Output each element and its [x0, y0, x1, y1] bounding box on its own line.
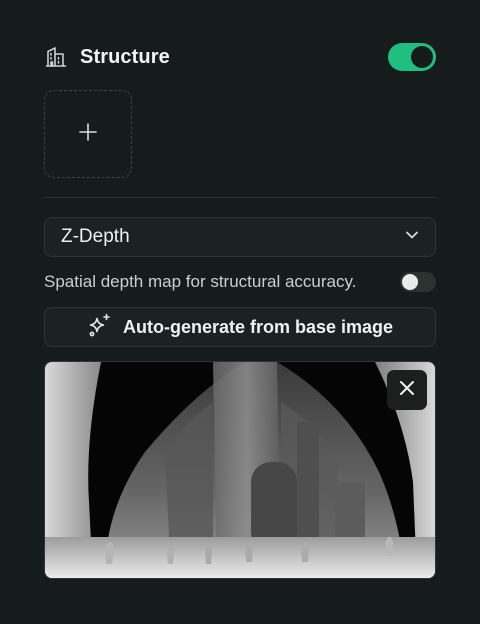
depth-map-image — [45, 362, 435, 578]
building-icon — [44, 45, 68, 69]
description-toggle[interactable] — [400, 272, 436, 292]
section-header: Structure — [44, 40, 436, 74]
toggle-knob — [411, 46, 433, 68]
auto-generate-button[interactable]: Auto-generate from base image — [44, 307, 436, 347]
toggle-knob — [402, 274, 418, 290]
auto-generate-label: Auto-generate from base image — [122, 316, 394, 337]
sparkles-icon — [87, 312, 113, 343]
plus-icon — [78, 122, 98, 147]
structure-enable-toggle[interactable] — [388, 43, 436, 71]
section-title: Structure — [80, 45, 170, 68]
mode-description: Spatial depth map for structural accurac… — [44, 272, 357, 291]
depth-map-preview — [44, 361, 436, 579]
remove-image-button[interactable] — [387, 370, 427, 410]
add-image-tile[interactable] — [44, 90, 132, 178]
description-row: Spatial depth map for structural accurac… — [44, 270, 436, 294]
structure-panel: Structure Z-Depth Spatial depth map for … — [0, 0, 480, 624]
mode-select[interactable]: Z-Depth — [44, 217, 436, 257]
mode-select-value: Z-Depth — [61, 226, 130, 247]
close-icon — [398, 379, 416, 402]
chevron-down-icon — [403, 226, 421, 249]
divider — [44, 197, 436, 198]
